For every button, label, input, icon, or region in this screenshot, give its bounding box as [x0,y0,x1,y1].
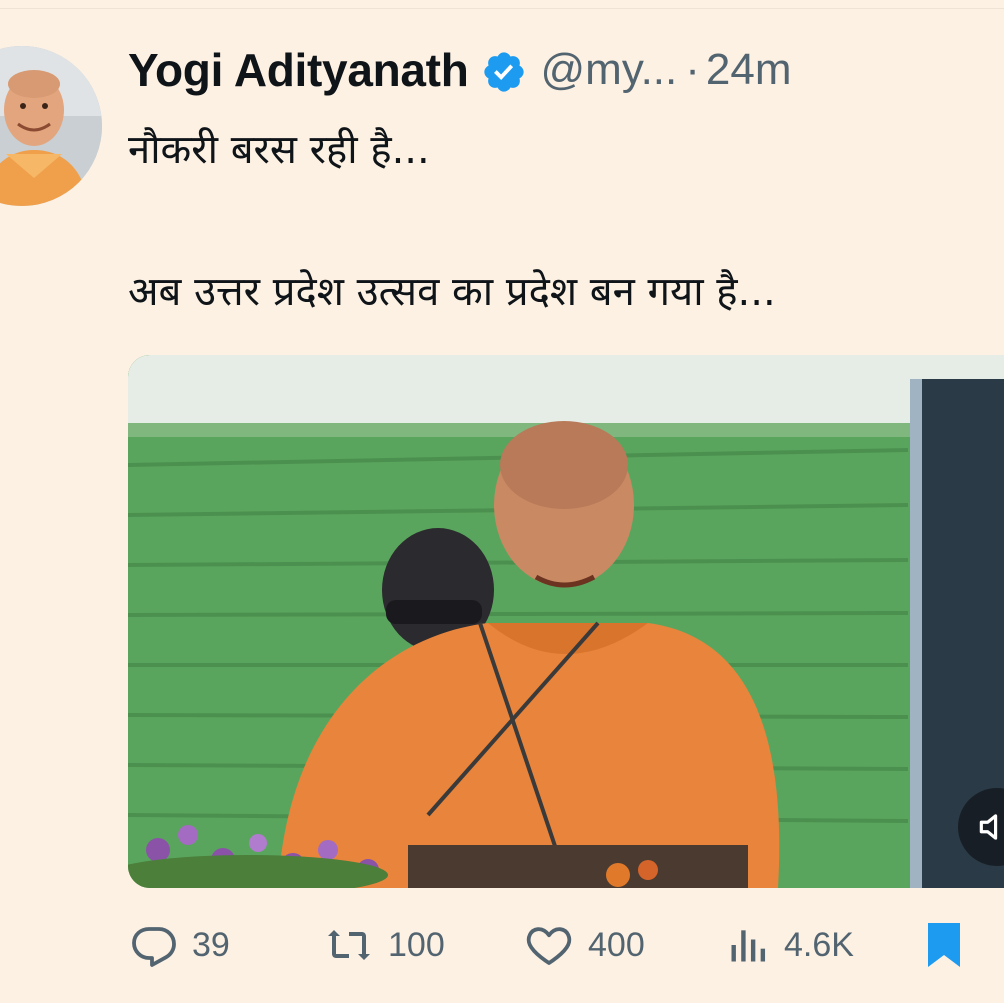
tweet-text-line-1: नौकरी बरस रही है... [128,127,430,173]
tweet-header: Yogi Adityanath @my... · 24m [128,38,792,102]
heart-icon [526,927,572,965]
views-button[interactable]: 4.6K [726,915,854,975]
views-icon [731,930,766,962]
tweet-page: Yogi Adityanath @my... · 24m नौकरी बरस र… [0,0,1004,1003]
reply-icon [132,927,176,967]
author-name[interactable]: Yogi Adityanath [128,43,469,97]
views-count: 4.6K [784,925,854,964]
like-button[interactable]: 400 [524,915,645,975]
like-count: 400 [588,925,645,964]
separator-dot: · [685,45,700,94]
retweet-icon [328,930,370,960]
reply-button[interactable]: 39 [130,915,230,975]
tweet-text-line-2: अब उत्तर प्रदेश उत्सव का प्रदेश बन गया ह… [128,269,776,315]
volume-icon [979,814,998,840]
video-frame [128,355,1004,888]
bookmark-icon [928,923,960,967]
avatar-image [0,46,102,206]
bookmark-button[interactable] [924,915,978,975]
tweet-actions: 39 100 400 4.6K [128,915,1004,975]
author-handle[interactable]: @my... [541,45,678,95]
avatar[interactable] [0,46,102,206]
video-player[interactable] [128,355,1004,888]
retweet-button[interactable]: 100 [324,915,445,975]
verified-badge-icon [483,52,524,92]
reply-count: 39 [192,925,230,964]
divider [0,8,1004,9]
timestamp[interactable]: 24m [706,45,792,95]
retweet-count: 100 [388,925,445,964]
